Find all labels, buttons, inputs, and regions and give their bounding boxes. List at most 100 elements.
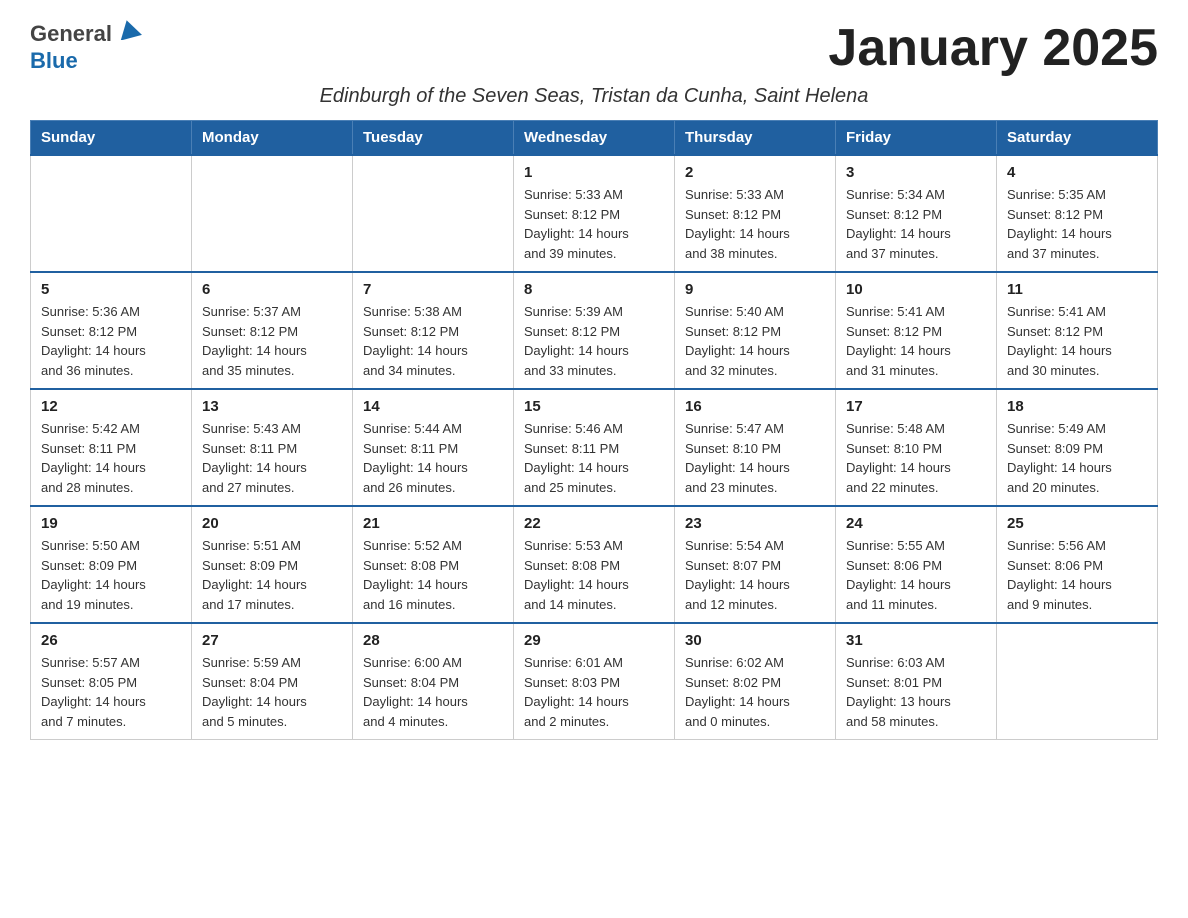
calendar-cell: 23Sunrise: 5:54 AMSunset: 8:07 PMDayligh… <box>675 506 836 623</box>
day-info: Sunrise: 5:39 AMSunset: 8:12 PMDaylight:… <box>524 302 664 380</box>
page-title: January 2025 <box>828 20 1158 77</box>
day-number: 9 <box>685 281 825 298</box>
day-number: 20 <box>202 515 342 532</box>
calendar-cell: 19Sunrise: 5:50 AMSunset: 8:09 PMDayligh… <box>31 506 192 623</box>
day-info: Sunrise: 5:43 AMSunset: 8:11 PMDaylight:… <box>202 419 342 497</box>
day-number: 5 <box>41 281 181 298</box>
day-number: 12 <box>41 398 181 415</box>
calendar-cell: 6 Sunrise: 5:37 AMSunset: 8:12 PMDaylight… <box>192 272 353 389</box>
calendar-cell: 10 Sunrise: 5:41 AMSunset: 8:12 PMDayligh… <box>836 272 997 389</box>
day-number: 22 <box>524 515 664 532</box>
calendar-cell: 26 Sunrise: 5:57 AMSunset: 8:05 PMDayligh… <box>31 623 192 740</box>
calendar-week-row: 26 Sunrise: 5:57 AMSunset: 8:05 PMDayligh… <box>31 623 1158 740</box>
day-number: 26 <box>41 632 181 649</box>
day-info: Sunrise: 5:41 AMSunset: 8:12 PMDaylight:… <box>846 302 986 380</box>
calendar-header-wednesday: Wednesday <box>514 121 675 156</box>
day-number: 30 <box>685 632 825 649</box>
day-info: Sunrise: 5:36 AMSunset: 8:12 PMDaylight:… <box>41 302 181 380</box>
day-info: Sunrise: 6:02 AMSunset: 8:02 PMDaylight:… <box>685 653 825 731</box>
day-number: 11 <box>1007 281 1147 298</box>
calendar-cell: 18 Sunrise: 5:49 AMSunset: 8:09 PMDayligh… <box>997 389 1158 506</box>
calendar-cell: 20 Sunrise: 5:51 AMSunset: 8:09 PMDayligh… <box>192 506 353 623</box>
logo-general: General <box>30 20 142 48</box>
calendar-cell: 8 Sunrise: 5:39 AMSunset: 8:12 PMDaylight… <box>514 272 675 389</box>
day-info: Sunrise: 5:44 AMSunset: 8:11 PMDaylight:… <box>363 419 503 497</box>
day-number: 27 <box>202 632 342 649</box>
day-number: 21 <box>363 515 503 532</box>
day-info: Sunrise: 5:57 AMSunset: 8:05 PMDaylight:… <box>41 653 181 731</box>
calendar-cell: 25Sunrise: 5:56 AMSunset: 8:06 PMDayligh… <box>997 506 1158 623</box>
calendar-header-tuesday: Tuesday <box>353 121 514 156</box>
day-info: Sunrise: 5:59 AMSunset: 8:04 PMDaylight:… <box>202 653 342 731</box>
day-info: Sunrise: 5:40 AMSunset: 8:12 PMDaylight:… <box>685 302 825 380</box>
calendar-cell: 24 Sunrise: 5:55 AMSunset: 8:06 PMDayligh… <box>836 506 997 623</box>
calendar-cell: 16 Sunrise: 5:47 AMSunset: 8:10 PMDayligh… <box>675 389 836 506</box>
day-number: 7 <box>363 281 503 298</box>
day-info: Sunrise: 5:33 AMSunset: 8:12 PMDaylight:… <box>685 185 825 263</box>
calendar-cell: 4Sunrise: 5:35 AMSunset: 8:12 PMDaylight… <box>997 155 1158 272</box>
calendar-cell: 5 Sunrise: 5:36 AMSunset: 8:12 PMDaylight… <box>31 272 192 389</box>
calendar-cell: 9 Sunrise: 5:40 AMSunset: 8:12 PMDaylight… <box>675 272 836 389</box>
calendar-cell: 27 Sunrise: 5:59 AMSunset: 8:04 PMDayligh… <box>192 623 353 740</box>
day-info: Sunrise: 5:35 AMSunset: 8:12 PMDaylight:… <box>1007 185 1147 263</box>
day-info: Sunrise: 5:49 AMSunset: 8:09 PMDaylight:… <box>1007 419 1147 497</box>
calendar-week-row: 12 Sunrise: 5:42 AMSunset: 8:11 PMDayligh… <box>31 389 1158 506</box>
day-info: Sunrise: 5:48 AMSunset: 8:10 PMDaylight:… <box>846 419 986 497</box>
day-info: Sunrise: 5:55 AMSunset: 8:06 PMDaylight:… <box>846 536 986 614</box>
calendar-week-row: 1 Sunrise: 5:33 AMSunset: 8:12 PMDaylight… <box>31 155 1158 272</box>
day-number: 29 <box>524 632 664 649</box>
calendar-cell: 29 Sunrise: 6:01 AMSunset: 8:03 PMDayligh… <box>514 623 675 740</box>
day-number: 8 <box>524 281 664 298</box>
day-info: Sunrise: 5:52 AMSunset: 8:08 PMDaylight:… <box>363 536 503 614</box>
calendar-cell: 22 Sunrise: 5:53 AMSunset: 8:08 PMDayligh… <box>514 506 675 623</box>
day-number: 1 <box>524 164 664 181</box>
day-info: Sunrise: 5:34 AMSunset: 8:12 PMDaylight:… <box>846 185 986 263</box>
day-number: 18 <box>1007 398 1147 415</box>
day-number: 24 <box>846 515 986 532</box>
day-info: Sunrise: 6:00 AMSunset: 8:04 PMDaylight:… <box>363 653 503 731</box>
calendar-cell: 12 Sunrise: 5:42 AMSunset: 8:11 PMDayligh… <box>31 389 192 506</box>
calendar-cell: 14 Sunrise: 5:44 AMSunset: 8:11 PMDayligh… <box>353 389 514 506</box>
day-info: Sunrise: 5:53 AMSunset: 8:08 PMDaylight:… <box>524 536 664 614</box>
header: General Blue January 2025 <box>30 20 1158 77</box>
day-info: Sunrise: 6:01 AMSunset: 8:03 PMDaylight:… <box>524 653 664 731</box>
day-number: 13 <box>202 398 342 415</box>
day-number: 16 <box>685 398 825 415</box>
day-info: Sunrise: 5:54 AMSunset: 8:07 PMDaylight:… <box>685 536 825 614</box>
day-number: 15 <box>524 398 664 415</box>
calendar-cell <box>997 623 1158 740</box>
calendar-week-row: 19Sunrise: 5:50 AMSunset: 8:09 PMDayligh… <box>31 506 1158 623</box>
day-info: Sunrise: 5:38 AMSunset: 8:12 PMDaylight:… <box>363 302 503 380</box>
day-info: Sunrise: 5:47 AMSunset: 8:10 PMDaylight:… <box>685 419 825 497</box>
day-info: Sunrise: 5:46 AMSunset: 8:11 PMDaylight:… <box>524 419 664 497</box>
calendar-cell: 1 Sunrise: 5:33 AMSunset: 8:12 PMDaylight… <box>514 155 675 272</box>
day-number: 28 <box>363 632 503 649</box>
day-number: 6 <box>202 281 342 298</box>
day-number: 10 <box>846 281 986 298</box>
day-info: Sunrise: 5:51 AMSunset: 8:09 PMDaylight:… <box>202 536 342 614</box>
calendar-header-row: SundayMondayTuesdayWednesdayThursdayFrid… <box>31 121 1158 156</box>
calendar-cell: 3 Sunrise: 5:34 AMSunset: 8:12 PMDaylight… <box>836 155 997 272</box>
day-info: Sunrise: 5:33 AMSunset: 8:12 PMDaylight:… <box>524 185 664 263</box>
day-info: Sunrise: 5:37 AMSunset: 8:12 PMDaylight:… <box>202 302 342 380</box>
calendar-header-friday: Friday <box>836 121 997 156</box>
calendar-cell: 28 Sunrise: 6:00 AMSunset: 8:04 PMDayligh… <box>353 623 514 740</box>
calendar-cell: 2Sunrise: 5:33 AMSunset: 8:12 PMDaylight… <box>675 155 836 272</box>
calendar-table: SundayMondayTuesdayWednesdayThursdayFrid… <box>30 120 1158 740</box>
day-number: 14 <box>363 398 503 415</box>
calendar-header-sunday: Sunday <box>31 121 192 156</box>
day-number: 3 <box>846 164 986 181</box>
calendar-week-row: 5 Sunrise: 5:36 AMSunset: 8:12 PMDaylight… <box>31 272 1158 389</box>
logo-triangle-icon <box>116 18 142 40</box>
calendar-header-saturday: Saturday <box>997 121 1158 156</box>
calendar-cell: 7 Sunrise: 5:38 AMSunset: 8:12 PMDaylight… <box>353 272 514 389</box>
day-info: Sunrise: 5:42 AMSunset: 8:11 PMDaylight:… <box>41 419 181 497</box>
calendar-cell: 30 Sunrise: 6:02 AMSunset: 8:02 PMDayligh… <box>675 623 836 740</box>
calendar-cell <box>353 155 514 272</box>
day-number: 31 <box>846 632 986 649</box>
day-info: Sunrise: 5:56 AMSunset: 8:06 PMDaylight:… <box>1007 536 1147 614</box>
day-info: Sunrise: 5:41 AMSunset: 8:12 PMDaylight:… <box>1007 302 1147 380</box>
calendar-cell: 11 Sunrise: 5:41 AMSunset: 8:12 PMDayligh… <box>997 272 1158 389</box>
calendar-cell <box>192 155 353 272</box>
day-number: 17 <box>846 398 986 415</box>
